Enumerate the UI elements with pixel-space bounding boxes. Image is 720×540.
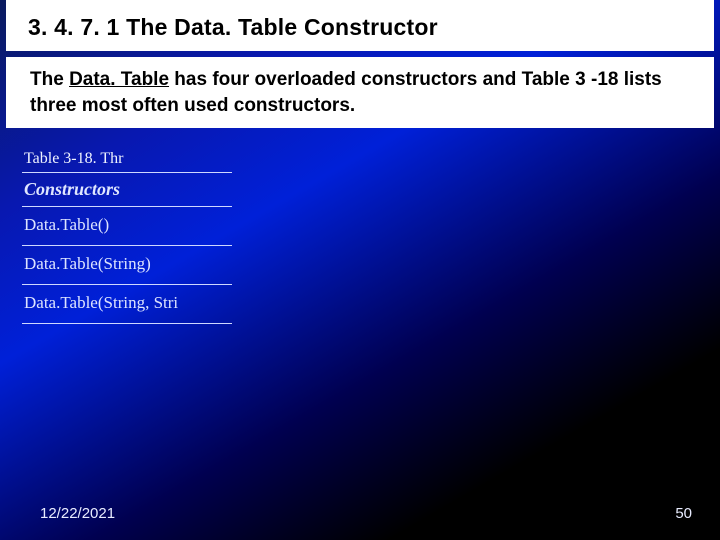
table-row: Data.Table() (22, 207, 232, 245)
title-band: 3. 4. 7. 1 The Data. Table Constructor (6, 0, 714, 51)
table-row: Data.Table(String, Stri (22, 285, 232, 323)
divider (22, 323, 232, 324)
footer: 12/22/2021 50 (0, 505, 720, 522)
footer-date: 12/22/2021 (40, 505, 115, 522)
body-lead: The (30, 69, 69, 90)
table-row: Data.Table(String) (22, 246, 232, 284)
constructor-table: Table 3-18. Thr Constructors Data.Table(… (22, 146, 232, 324)
footer-page-number: 50 (675, 505, 692, 522)
body-text: The Data. Table has four overloaded cons… (6, 57, 714, 128)
body-underlined-term: Data. Table (69, 69, 169, 90)
slide-title: 3. 4. 7. 1 The Data. Table Constructor (28, 14, 692, 41)
table-caption: Table 3-18. Thr (22, 146, 232, 172)
table-header: Constructors (22, 173, 232, 206)
